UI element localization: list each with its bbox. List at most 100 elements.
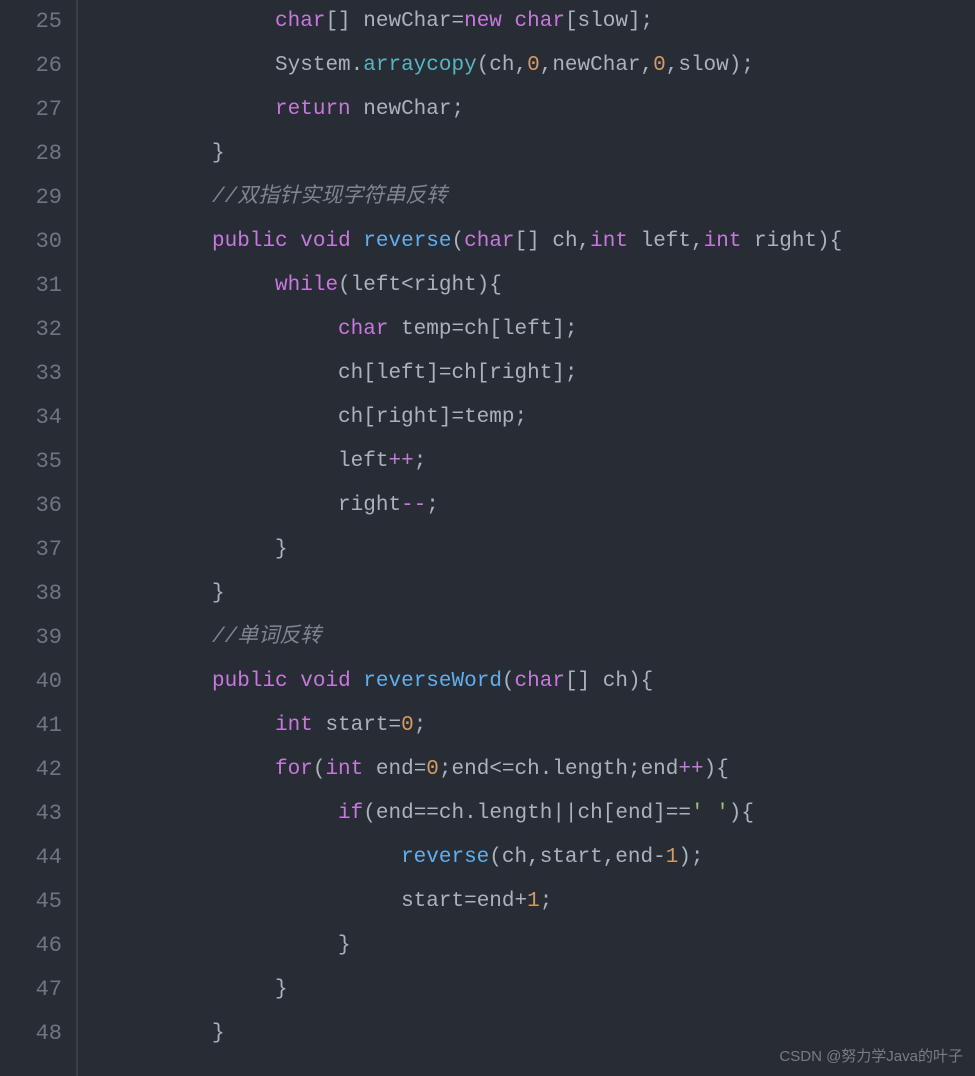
token-num: 0: [653, 54, 666, 77]
token-op: ==: [666, 802, 691, 825]
token-keyword: public: [212, 670, 288, 693]
indent: [86, 318, 338, 341]
code-line[interactable]: start=end+1;: [86, 880, 975, 924]
code-line[interactable]: right--;: [86, 484, 975, 528]
token-default: ch.length: [439, 802, 552, 825]
line-number: 47: [0, 968, 62, 1012]
token-default: System: [275, 54, 351, 77]
line-number: 38: [0, 572, 62, 616]
code-line[interactable]: if(end==ch.length||ch[end]==' '){: [86, 792, 975, 836]
token-comment: //单词反转: [212, 626, 321, 649]
token-default: ,newChar,: [540, 54, 653, 77]
token-default: [] ch){: [565, 670, 653, 693]
line-number: 48: [0, 1012, 62, 1056]
line-number: 34: [0, 396, 62, 440]
token-keyword: public: [212, 230, 288, 253]
line-number: 32: [0, 308, 62, 352]
code-line[interactable]: System.arraycopy(ch,0,newChar,0,slow);: [86, 44, 975, 88]
token-default: newChar;: [351, 98, 464, 121]
token-default: ;end: [439, 758, 489, 781]
line-number: 31: [0, 264, 62, 308]
token-op: +: [515, 890, 528, 913]
token-default: [351, 670, 364, 693]
indent: [86, 186, 212, 209]
token-default: [288, 670, 301, 693]
code-line[interactable]: }: [86, 1012, 975, 1056]
token-punct: (: [502, 670, 515, 693]
line-number-gutter: 2526272829303132333435363738394041424344…: [0, 0, 78, 1076]
code-line[interactable]: ch[right]=temp;: [86, 396, 975, 440]
code-line[interactable]: }: [86, 572, 975, 616]
token-op: <: [401, 274, 414, 297]
code-line[interactable]: //单词反转: [86, 616, 975, 660]
token-op: ==: [414, 802, 439, 825]
line-number: 30: [0, 220, 62, 264]
code-line[interactable]: left++;: [86, 440, 975, 484]
indent: [86, 714, 275, 737]
indent: [86, 362, 338, 385]
line-number: 27: [0, 88, 62, 132]
code-line[interactable]: public void reverseWord(char[] ch){: [86, 660, 975, 704]
token-op: -: [653, 846, 666, 869]
code-line[interactable]: }: [86, 924, 975, 968]
line-number: 33: [0, 352, 62, 396]
indent: [86, 10, 275, 33]
token-keyword: void: [300, 670, 350, 693]
token-comment: //双指针实现字符串反转: [212, 186, 447, 209]
line-number: 26: [0, 44, 62, 88]
token-keyword: return: [275, 98, 351, 121]
code-line[interactable]: char[] newChar=new char[slow];: [86, 0, 975, 44]
code-line[interactable]: }: [86, 968, 975, 1012]
line-number: 46: [0, 924, 62, 968]
code-area[interactable]: char[] newChar=new char[slow]; System.ar…: [78, 0, 975, 1076]
line-number: 37: [0, 528, 62, 572]
token-call: reverse: [401, 846, 489, 869]
indent: [86, 98, 275, 121]
token-keyword: char: [464, 230, 514, 253]
code-line[interactable]: reverse(ch,start,end-1);: [86, 836, 975, 880]
code-line[interactable]: }: [86, 528, 975, 572]
token-default: left: [338, 450, 388, 473]
line-number: 45: [0, 880, 62, 924]
token-default: [] ch,: [515, 230, 591, 253]
token-num: 0: [527, 54, 540, 77]
code-line[interactable]: }: [86, 132, 975, 176]
code-line[interactable]: int start=0;: [86, 704, 975, 748]
token-default: );: [678, 846, 703, 869]
token-punct: ;: [414, 714, 427, 737]
token-default: [slow];: [565, 10, 653, 33]
token-num: 1: [666, 846, 679, 869]
line-number: 36: [0, 484, 62, 528]
code-line[interactable]: ch[left]=ch[right];: [86, 352, 975, 396]
code-line[interactable]: char temp=ch[left];: [86, 308, 975, 352]
line-number: 44: [0, 836, 62, 880]
code-line[interactable]: public void reverse(char[] ch,int left,i…: [86, 220, 975, 264]
token-default: start: [313, 714, 389, 737]
token-punct: }: [275, 978, 288, 1001]
indent: [86, 494, 338, 517]
token-keyword: int: [704, 230, 742, 253]
token-num: 0: [426, 758, 439, 781]
token-op: =: [464, 890, 477, 913]
token-punct: ;: [426, 494, 439, 517]
token-default: (end: [363, 802, 413, 825]
token-keyword: void: [300, 230, 350, 253]
token-num: 1: [527, 890, 540, 913]
code-line[interactable]: for(int end=0;end<=ch.length;end++){: [86, 748, 975, 792]
token-op: =: [451, 10, 464, 33]
token-default: ){: [729, 802, 754, 825]
code-editor[interactable]: 2526272829303132333435363738394041424344…: [0, 0, 975, 1076]
token-keyword: char: [338, 318, 388, 341]
token-punct: (: [313, 758, 326, 781]
token-keyword: ++: [388, 450, 413, 473]
token-punct: }: [338, 934, 351, 957]
code-line[interactable]: //双指针实现字符串反转: [86, 176, 975, 220]
code-line[interactable]: while(left<right){: [86, 264, 975, 308]
indent: [86, 1022, 212, 1045]
indent: [86, 406, 338, 429]
token-keyword: int: [325, 758, 363, 781]
code-line[interactable]: return newChar;: [86, 88, 975, 132]
token-default: (ch,start,end: [489, 846, 653, 869]
token-default: ){: [704, 758, 729, 781]
token-default: ch[left]: [338, 362, 439, 385]
